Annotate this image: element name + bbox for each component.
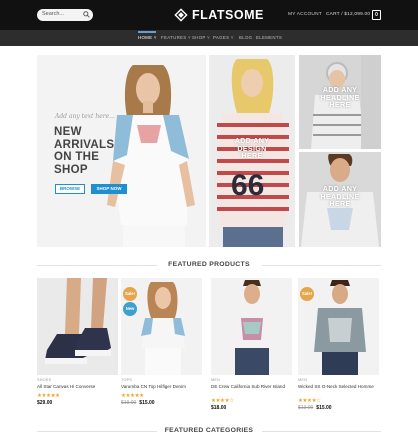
banner-headline-line: HERE: [329, 199, 351, 208]
design-banner[interactable]: 66 ADD ANY DESIGN HERE: [209, 55, 295, 247]
nav-features[interactable]: FEATURES ˅: [161, 35, 191, 40]
hero-banner[interactable]: Add any text here... NEW ARRIVALS ON THE…: [37, 55, 206, 247]
hero-title: NEW ARRIVALS ON THE SHOP: [54, 126, 114, 176]
product-category: TOPS: [121, 378, 133, 382]
nav-elements[interactable]: ELEMENTS: [256, 35, 282, 40]
svg-text:66: 66: [231, 169, 264, 202]
banner-headline-line: HERE: [241, 151, 263, 160]
logo-diamond-icon: [174, 8, 188, 22]
product-category: SHOES: [37, 378, 52, 382]
product-price: $13.00 $15.00: [298, 405, 332, 411]
nav-pages[interactable]: PAGES ˅: [213, 35, 234, 40]
my-account-link[interactable]: MY ACCOUNT: [288, 12, 322, 17]
product-category: MEN: [211, 378, 221, 382]
product-price: $29.00: [37, 400, 52, 406]
product-price-old: $13.00: [298, 405, 314, 411]
search-icon[interactable]: [83, 11, 90, 18]
product-category: MEN: [298, 378, 308, 382]
product-price-current: $15.00: [316, 405, 332, 411]
nav-home[interactable]: HOME ˅: [138, 35, 157, 40]
product-price: $19.00 $15.00: [121, 400, 155, 406]
sneaker-image: [37, 278, 118, 375]
nav-active-indicator: [138, 31, 156, 33]
product-price: $18.00: [211, 405, 226, 411]
search-input[interactable]: Search...: [37, 9, 93, 21]
shop-now-button[interactable]: SHOP NOW: [91, 184, 127, 194]
product-rating: ★★★★☆: [211, 398, 234, 404]
cart-link[interactable]: CART / $12,099.00: [326, 12, 370, 17]
product-name[interactable]: All Star Canvas Hi Converse: [37, 384, 118, 389]
product-price-old: $19.00: [121, 400, 137, 406]
sale-badge: Sale!: [300, 287, 314, 301]
site-logo[interactable]: FLATSOME: [174, 7, 264, 23]
product-rating: ★★★★★: [121, 393, 144, 399]
search-placeholder: Search...: [42, 11, 65, 17]
product-name[interactable]: Varumba CN Top Hilfiger Denim: [121, 384, 202, 389]
nav-blog[interactable]: BLOG: [239, 35, 252, 40]
model-image: [211, 278, 292, 375]
hero-script-text: Add any text here...: [55, 113, 115, 120]
product-image[interactable]: [211, 278, 292, 375]
featured-products-title: FEATURED PRODUCTS: [168, 261, 250, 268]
nav-shop[interactable]: SHOP ˅: [192, 35, 210, 40]
product-price-current: $29.00: [37, 400, 53, 406]
main-nav: HOME ˅ FEATURES ˅ SHOP ˅ PAGES ˅ BLOG EL…: [0, 30, 418, 46]
product-price-current: $15.00: [139, 400, 155, 406]
product-price-current: $18.00: [211, 405, 227, 411]
banner-headline: ADD ANY HEADLINE HERE: [309, 86, 371, 109]
hero-title-line: ARRIVALS: [54, 138, 115, 151]
hero-title-line: NEW: [54, 126, 82, 138]
browse-button[interactable]: BROWSE: [55, 184, 85, 194]
logo-text: FLATSOME: [192, 8, 264, 22]
product-rating: ★★★★☆: [298, 398, 321, 404]
sale-badge: Sale!: [123, 287, 137, 301]
product-image[interactable]: Sale! New: [121, 278, 202, 375]
banner-headline: ADD ANY DESIGN HERE: [221, 137, 283, 160]
cart-count-icon[interactable]: 0: [372, 10, 381, 20]
hero-title-line: SHOP: [54, 163, 88, 176]
product-name[interactable]: Wicked SS O-Neck Selected Homme: [298, 384, 379, 389]
product-name[interactable]: DE Crew California Sub River Island: [211, 384, 292, 389]
banner-headline: ADD ANY HEADLINE HERE: [309, 185, 371, 208]
new-badge: New: [123, 302, 137, 316]
featured-categories-title: FEATURED CATEGORIES: [164, 427, 254, 434]
product-rating: ★★★★★: [37, 393, 60, 399]
hero-title-line: ON THE: [54, 151, 100, 163]
headline-banner-bottom[interactable]: ADD ANY HEADLINE HERE: [299, 152, 381, 247]
banner-headline-line: HERE: [329, 100, 351, 109]
headline-banner-top[interactable]: ADD ANY HEADLINE HERE: [299, 55, 381, 149]
product-image[interactable]: [37, 278, 118, 375]
top-header: Search... FLATSOME MY ACCOUNT CART / $12…: [0, 0, 418, 30]
product-image[interactable]: Sale!: [298, 278, 379, 375]
